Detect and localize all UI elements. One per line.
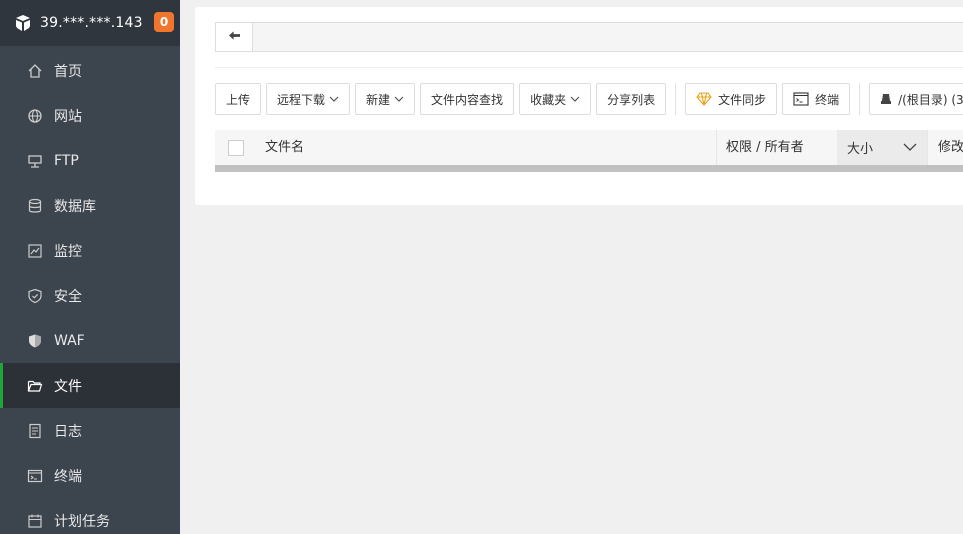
column-permission[interactable]: 权限 / 所有者 (717, 130, 837, 165)
file-sync-label: 文件同步 (718, 92, 767, 107)
sidebar-item-terminal[interactable]: 终端 (0, 453, 180, 498)
terminal-icon (27, 468, 43, 484)
select-all-checkbox[interactable] (228, 139, 244, 156)
folder-icon (27, 378, 43, 394)
log-icon (27, 423, 43, 439)
column-size-label: 大小 (847, 142, 874, 157)
favorites-label: 收藏夹 (530, 92, 567, 107)
sidebar-item-files[interactable]: 文件 (0, 363, 180, 408)
column-size[interactable]: 大小 (837, 130, 927, 165)
share-list-label: 分享列表 (607, 92, 656, 107)
chevron-down-icon (570, 96, 580, 102)
notification-badge[interactable]: 0 (154, 12, 174, 32)
content-search-label: 文件内容查找 (431, 92, 504, 107)
diamond-icon (696, 92, 712, 106)
new-label: 新建 (366, 92, 391, 107)
sidebar-item-label: 计划任务 (54, 513, 110, 530)
sidebar-item-home[interactable]: 首页 (0, 48, 180, 93)
file-table-header: 文件名 权限 / 所有者 大小 修改 (215, 130, 963, 165)
back-button[interactable] (216, 23, 253, 51)
terminal-label: 终端 (815, 92, 840, 107)
sidebar-item-label: 监控 (54, 243, 82, 260)
waf-shield-icon (27, 333, 43, 349)
column-modified[interactable]: 修改 (927, 130, 963, 165)
path-bar[interactable] (215, 22, 963, 52)
sidebar-item-waf[interactable]: WAF (0, 318, 180, 363)
disk-icon (880, 93, 892, 105)
remote-download-label: 远程下载 (277, 92, 326, 107)
terminal-icon (793, 92, 809, 106)
upload-label: 上传 (226, 92, 251, 107)
sidebar-item-label: 网站 (54, 108, 82, 125)
terminal-button[interactable]: 终端 (782, 83, 851, 115)
sidebar-item-logs[interactable]: 日志 (0, 408, 180, 453)
sidebar-item-ftp[interactable]: FTP (0, 138, 180, 183)
file-manager-panel: 上传 远程下载 新建 文件内容查找 收藏夹 分享列表 文件同步 终端 /(根目录… (195, 7, 963, 205)
sidebar-item-database[interactable]: 数据库 (0, 183, 180, 228)
home-icon (27, 63, 43, 79)
chevron-down-icon (329, 96, 339, 102)
sidebar-item-website[interactable]: 网站 (0, 93, 180, 138)
calendar-icon (27, 513, 43, 529)
chevron-down-icon (903, 140, 917, 155)
sidebar-item-label: FTP (54, 152, 79, 169)
sidebar-item-label: 首页 (54, 63, 82, 80)
sidebar-item-security[interactable]: 安全 (0, 273, 180, 318)
database-icon (27, 198, 43, 214)
ftp-icon (27, 153, 43, 169)
nav-list: 首页 网站 FTP 数据库 监控 安全 WAF 文件 日志 终端 计划任务 (0, 48, 180, 534)
chevron-down-icon (394, 96, 404, 102)
disk-label: /(根目录) (3... (898, 92, 963, 107)
divider (215, 67, 963, 68)
sidebar-item-label: 日志 (54, 423, 82, 440)
sidebar-item-label: 文件 (54, 378, 82, 395)
sidebar: 39.***.***.143 0 首页 网站 FTP 数据库 监控 安全 WAF… (0, 0, 180, 534)
server-header: 39.***.***.143 0 (0, 0, 180, 46)
sidebar-item-monitor[interactable]: 监控 (0, 228, 180, 273)
server-icon (14, 14, 32, 32)
file-sync-button[interactable]: 文件同步 (685, 83, 778, 115)
disk-button[interactable]: /(根目录) (3... (869, 83, 963, 115)
horizontal-scrollbar[interactable] (215, 165, 963, 172)
sidebar-item-label: 安全 (54, 288, 82, 305)
toolbar-separator (675, 83, 677, 115)
globe-icon (27, 108, 43, 124)
server-ip: 39.***.***.143 (40, 15, 143, 31)
favorites-button[interactable]: 收藏夹 (519, 83, 592, 115)
upload-button[interactable]: 上传 (215, 83, 262, 115)
file-toolbar: 上传 远程下载 新建 文件内容查找 收藏夹 分享列表 文件同步 终端 /(根目录… (215, 83, 963, 115)
sidebar-item-label: 数据库 (54, 198, 96, 215)
monitor-icon (27, 243, 43, 259)
content-search-button[interactable]: 文件内容查找 (420, 83, 515, 115)
sidebar-item-cron[interactable]: 计划任务 (0, 498, 180, 534)
sidebar-item-label: 终端 (54, 468, 82, 485)
arrow-left-icon (228, 30, 241, 45)
sidebar-item-label: WAF (54, 332, 85, 349)
share-list-button[interactable]: 分享列表 (596, 83, 667, 115)
new-button[interactable]: 新建 (355, 83, 416, 115)
toolbar-separator (859, 83, 861, 115)
remote-download-button[interactable]: 远程下载 (266, 83, 351, 115)
column-filename[interactable]: 文件名 (265, 130, 717, 165)
shield-icon (27, 288, 43, 304)
